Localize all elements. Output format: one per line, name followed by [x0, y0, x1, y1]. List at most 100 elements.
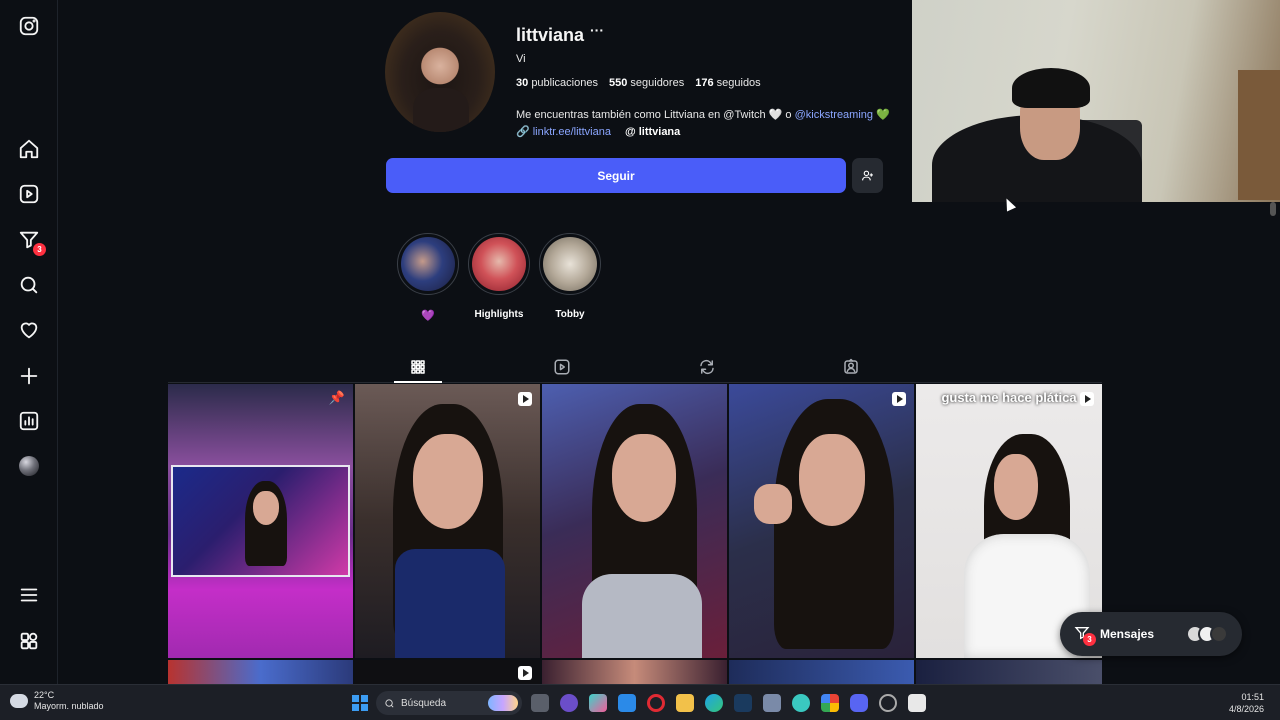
followers-label: seguidores	[630, 77, 685, 89]
following-stat[interactable]: 176 seguidos	[695, 77, 760, 89]
taskbar-search[interactable]: Búsqueda	[376, 691, 522, 715]
profile-username: littviana	[516, 25, 585, 45]
profile-bio: Me encuentras también como Littviana en …	[516, 108, 890, 121]
messages-label: Mensajes	[1100, 627, 1155, 641]
stream-screenshot	[171, 465, 350, 577]
post-thumbnail[interactable]	[729, 384, 914, 658]
avatar	[19, 456, 39, 476]
bio-links: 🔗 linktr.ee/littviana @ littviana	[516, 125, 680, 139]
reel-badge-icon	[892, 392, 906, 406]
post-thumbnail[interactable]	[542, 384, 727, 658]
messages-sidebar-icon[interactable]: 3	[17, 228, 46, 256]
profile-full-name: Vi	[516, 53, 526, 65]
reel-badge-icon	[1080, 392, 1094, 406]
opera-icon[interactable]	[647, 694, 665, 712]
search-icon[interactable]	[17, 273, 41, 297]
home-icon[interactable]	[17, 137, 41, 161]
photos-icon[interactable]	[763, 694, 781, 712]
create-icon[interactable]	[17, 364, 41, 388]
posts-stat: 30 publicaciones	[516, 77, 598, 89]
clock-date: 4/8/2026	[1228, 704, 1264, 714]
following-count: 176	[695, 77, 714, 89]
posts-label: publicaciones	[531, 77, 598, 89]
task-view-icon[interactable]	[531, 694, 549, 712]
cloud-icon	[10, 694, 28, 708]
app-icon[interactable]	[908, 694, 926, 712]
post-thumbnail[interactable]	[916, 660, 1102, 684]
follow-button[interactable]: Seguir	[386, 158, 846, 193]
external-link[interactable]: 🔗 linktr.ee/littviana	[516, 125, 611, 139]
tabs-divider	[168, 382, 1102, 383]
weather-temperature: 22°C	[34, 690, 55, 700]
profile-picture[interactable]	[385, 12, 495, 132]
post-thumbnail[interactable]	[355, 384, 540, 658]
tab-tagged[interactable]	[827, 352, 875, 382]
post-caption-overlay: gusta me hace plática	[941, 390, 1077, 405]
menu-icon[interactable]	[17, 583, 41, 607]
highlight-label: Highlights	[474, 309, 524, 320]
apps-icon[interactable]	[17, 629, 41, 653]
reels-icon[interactable]	[17, 182, 41, 206]
repost-icon	[700, 359, 714, 375]
chrome-icon[interactable]	[821, 694, 839, 712]
tagged-icon	[844, 358, 858, 374]
highlight-item[interactable]: 💜	[396, 233, 460, 322]
steam-icon[interactable]	[734, 694, 752, 712]
copilot-icon[interactable]	[589, 694, 607, 712]
edge-icon[interactable]	[705, 694, 723, 712]
messages-avatars	[1186, 625, 1228, 643]
post-thumbnail[interactable]	[729, 660, 914, 684]
highlight-thumbnail	[401, 237, 455, 291]
link-icon: 🔗	[516, 126, 530, 138]
post-thumbnail[interactable]	[355, 660, 540, 684]
post-thumbnail[interactable]: 📌	[168, 384, 353, 658]
posts-count: 30	[516, 77, 529, 89]
tab-posts[interactable]	[394, 352, 442, 383]
dashboard-icon[interactable]	[17, 409, 41, 433]
post-thumbnail[interactable]	[168, 660, 353, 684]
instagram-logo-icon[interactable]	[17, 14, 41, 38]
reel-badge-icon	[518, 666, 532, 680]
sidebar: 3	[0, 0, 58, 684]
file-explorer-icon[interactable]	[676, 694, 694, 712]
messages-badge: 3	[33, 243, 46, 256]
threads-link[interactable]: @ littviana	[625, 125, 680, 138]
following-label: seguidos	[716, 77, 761, 89]
more-options-button[interactable]: ···	[590, 22, 604, 38]
store-icon[interactable]	[618, 694, 636, 712]
pinned-icon: 📌	[328, 390, 345, 405]
page-scrollbar[interactable]	[1266, 202, 1280, 684]
highlight-thumbnail	[472, 237, 526, 291]
weather-condition: Mayorm. nublado	[34, 701, 104, 711]
tab-reposts[interactable]	[683, 352, 731, 382]
bio-text: Me encuentras también como Littviana en …	[516, 109, 795, 121]
pen-app-icon[interactable]	[560, 694, 578, 712]
bio-mention-link[interactable]: @kickstreaming	[795, 109, 873, 121]
instagram-profile-page: 3 littviana ··· Vi 30 publicaciones 550 …	[0, 0, 1280, 720]
discord-icon[interactable]	[850, 694, 868, 712]
heart-icon[interactable]	[17, 318, 41, 342]
highlight-item[interactable]: Highlights	[467, 233, 531, 321]
suggested-accounts-button[interactable]	[852, 158, 883, 193]
threads-link-text: littviana	[638, 125, 681, 138]
weather-widget[interactable]: 22°C Mayorm. nublado	[10, 690, 104, 712]
messages-pill-badge: 3	[1083, 633, 1096, 646]
app-icon[interactable]	[879, 694, 897, 712]
taskbar-search-placeholder: Búsqueda	[401, 697, 447, 709]
search-highlight-icon	[488, 695, 518, 711]
app-icon[interactable]	[792, 694, 810, 712]
highlight-item[interactable]: Tobby	[538, 233, 602, 321]
post-thumbnail[interactable]	[542, 660, 727, 684]
start-button[interactable]	[352, 695, 368, 711]
reels-tab-icon	[554, 359, 570, 375]
messages-button[interactable]: 3 Mensajes	[1060, 612, 1242, 656]
followers-stat[interactable]: 550 seguidores	[609, 77, 684, 89]
scrollbar-thumb[interactable]	[1270, 202, 1276, 216]
webcam-overlay	[912, 0, 1280, 202]
avatar	[1210, 625, 1228, 643]
profile-avatar[interactable]	[17, 454, 41, 478]
tab-reels[interactable]	[538, 352, 586, 382]
messages-filter-icon: 3	[1074, 625, 1096, 646]
reel-badge-icon	[518, 392, 532, 406]
system-clock[interactable]: 01:51 4/8/2026	[1229, 691, 1264, 715]
